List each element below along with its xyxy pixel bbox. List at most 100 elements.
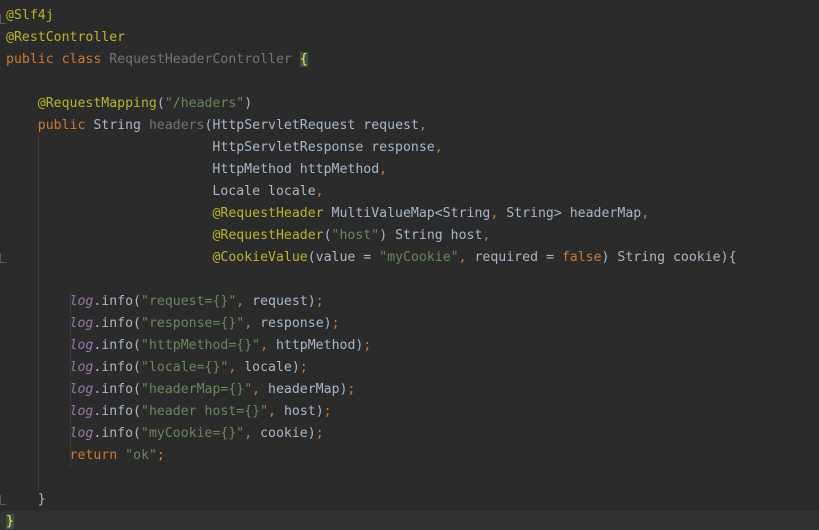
code-token: @RequestHeader <box>212 206 324 221</box>
code-token: @RequestHeader <box>212 228 324 243</box>
code-token: ; <box>347 382 356 397</box>
code-line-text: return "ok"; <box>6 445 165 467</box>
code-token: class <box>61 52 102 67</box>
code-line[interactable]: log.info("httpMethod={}", httpMethod); <box>0 335 819 357</box>
code-line-text: log.info("httpMethod={}", httpMethod); <box>6 335 372 357</box>
code-token: log <box>69 382 94 397</box>
code-line[interactable]: } <box>0 489 819 511</box>
code-token: ; <box>363 338 372 353</box>
code-token: required = <box>466 250 562 265</box>
code-token: public <box>6 52 54 67</box>
code-line-text: @Slf4j <box>6 5 54 27</box>
code-token: , <box>260 338 269 353</box>
code-line[interactable]: return "ok"; <box>0 445 819 467</box>
code-token: "/headers" <box>164 96 245 111</box>
code-token: RequestHeaderController <box>109 52 292 67</box>
code-line-text: log.info("locale={}", locale); <box>6 357 308 379</box>
code-token: locale) <box>236 360 300 375</box>
code-token: "host" <box>331 228 380 243</box>
code-line[interactable]: } <box>0 511 819 530</box>
code-token: "myCookie" <box>379 250 459 265</box>
code-line-text: log.info("header host={}", host); <box>6 401 332 423</box>
code-token: String <box>85 118 149 133</box>
code-line[interactable]: log.info("locale={}", locale); <box>0 357 819 379</box>
indent-guide <box>70 286 71 468</box>
code-token: , <box>315 184 324 199</box>
code-line-text: } <box>6 489 46 511</box>
code-token: headerMap) <box>260 382 348 397</box>
code-line[interactable]: @RestController <box>0 27 819 49</box>
code-line[interactable]: public String headers(HttpServletRequest… <box>0 115 819 137</box>
code-token: , <box>434 140 443 155</box>
code-token: headers <box>148 118 205 133</box>
code-line-text: } <box>6 511 14 530</box>
code-token: MultiValueMap<String <box>323 206 491 221</box>
code-token: @RequestMapping <box>37 96 157 111</box>
code-token: ; <box>323 404 332 419</box>
code-line-text: log.info("response={}", response); <box>6 313 340 335</box>
code-line[interactable]: @CookieValue(value = "myCookie", require… <box>0 247 819 269</box>
code-token: .info( <box>93 404 141 419</box>
code-line-text: @RestController <box>6 27 125 49</box>
code-token: (HttpServletRequest request <box>204 118 419 133</box>
code-line[interactable] <box>0 467 819 489</box>
fold-marker-icon[interactable] <box>0 14 6 24</box>
code-token: , <box>379 162 388 177</box>
code-line-text: log.info("request={}", request); <box>6 291 324 313</box>
code-line[interactable]: HttpMethod httpMethod, <box>0 159 819 181</box>
code-line[interactable]: log.info("headerMap={}", headerMap); <box>0 379 819 401</box>
code-editor[interactable]: } } return "ok"; log.info("myCookie={}",… <box>0 0 819 530</box>
code-token: "response={}" <box>141 316 245 331</box>
code-token: httpMethod) <box>268 338 364 353</box>
code-line[interactable]: log.info("myCookie={}", cookie); <box>0 423 819 445</box>
code-line-text: Locale locale, <box>6 181 324 203</box>
code-token: , <box>244 426 253 441</box>
code-token: ( <box>156 96 165 111</box>
code-token: String> headerMap <box>498 206 642 221</box>
code-line-text: HttpMethod httpMethod, <box>6 159 387 181</box>
code-token: "headerMap={}" <box>141 382 253 397</box>
fold-marker-icon[interactable] <box>0 253 6 263</box>
code-line[interactable]: @RequestMapping("/headers") <box>0 93 819 115</box>
code-token: "header host={}" <box>141 404 269 419</box>
code-line[interactable]: @RequestHeader MultiValueMap<String, Str… <box>0 203 819 225</box>
code-token: .info( <box>93 316 141 331</box>
code-token: request) <box>244 294 316 309</box>
fold-marker-icon[interactable] <box>0 495 6 505</box>
code-line[interactable]: @Slf4j <box>0 5 819 27</box>
code-token: log <box>69 294 94 309</box>
code-token: { <box>299 52 308 67</box>
code-token: @RestController <box>6 30 126 45</box>
code-token: , <box>641 206 650 221</box>
code-line[interactable] <box>0 71 819 93</box>
indent-guide <box>38 132 39 490</box>
code-token: ; <box>156 448 165 463</box>
code-token: ) <box>244 96 253 111</box>
code-token: log <box>69 404 94 419</box>
code-token: , <box>252 382 261 397</box>
code-line[interactable]: public class RequestHeaderController { <box>0 49 819 71</box>
code-line[interactable]: HttpServletResponse response, <box>0 137 819 159</box>
code-line[interactable]: log.info("response={}", response); <box>0 313 819 335</box>
code-token: "httpMethod={}" <box>141 338 261 353</box>
code-token: "request={}" <box>141 294 237 309</box>
code-token: log <box>69 316 94 331</box>
code-line[interactable] <box>0 269 819 291</box>
code-line-text: public String headers(HttpServletRequest… <box>6 115 427 137</box>
code-token: .info( <box>93 426 141 441</box>
code-token: ( <box>323 228 332 243</box>
code-line[interactable]: Locale locale, <box>0 181 819 203</box>
code-token: @Slf4j <box>6 8 54 23</box>
code-line-text: @RequestHeader MultiValueMap<String, Str… <box>6 203 649 225</box>
code-line[interactable]: log.info("header host={}", host); <box>0 401 819 423</box>
code-token: ) String host <box>379 228 483 243</box>
code-token: log <box>69 360 94 375</box>
code-token: , <box>418 118 427 133</box>
code-line[interactable]: log.info("request={}", request); <box>0 291 819 313</box>
code-line[interactable]: @RequestHeader("host") String host, <box>0 225 819 247</box>
